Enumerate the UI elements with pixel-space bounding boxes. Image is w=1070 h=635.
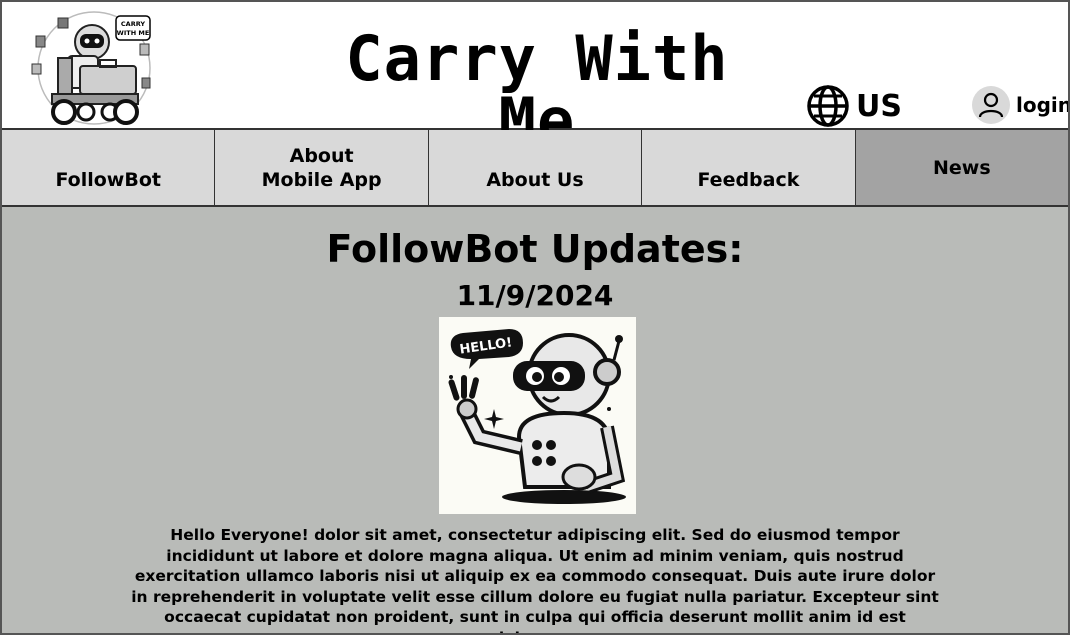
- nav-label: Feedback: [697, 169, 800, 191]
- login-button[interactable]: login: [972, 86, 1070, 124]
- nav-label: About Us: [486, 169, 584, 191]
- nav-item-about-us[interactable]: About Us: [428, 130, 643, 205]
- nav-label: FollowBot: [55, 169, 161, 191]
- robot-logo[interactable]: CARRY WITH ME: [22, 8, 167, 127]
- globe-icon: [807, 85, 849, 127]
- waving-robot-image: HELLO!: [439, 317, 636, 514]
- nav-item-followbot[interactable]: FollowBot: [2, 130, 216, 205]
- main-nav: FollowBot About Mobile App About Us Feed…: [2, 130, 1068, 207]
- nav-label: About Mobile App: [261, 145, 382, 191]
- news-heading: FollowBot Updates:: [326, 227, 744, 271]
- news-body: Hello Everyone! dolor sit amet, consecte…: [131, 526, 939, 633]
- user-icon: [972, 86, 1010, 124]
- app-frame: CARRY WITH ME Carry With Me US login Fol…: [0, 0, 1070, 635]
- news-date: 11/9/2024: [456, 279, 614, 312]
- logo-text-1: CARRY: [121, 20, 145, 28]
- nav-item-feedback[interactable]: Feedback: [642, 130, 856, 205]
- site-header: CARRY WITH ME Carry With Me US login: [2, 2, 1070, 152]
- login-label: login: [1016, 93, 1070, 117]
- nav-label: News: [933, 156, 991, 179]
- nav-item-news[interactable]: News: [855, 130, 1068, 205]
- language-selector[interactable]: US: [806, 84, 902, 128]
- logo-text-2: WITH ME: [117, 29, 150, 37]
- news-content: FollowBot Updates: 11/9/2024 HELLO! Hell…: [2, 207, 1068, 633]
- nav-item-about-mobile-app[interactable]: About Mobile App: [215, 130, 429, 205]
- language-label: US: [856, 88, 902, 124]
